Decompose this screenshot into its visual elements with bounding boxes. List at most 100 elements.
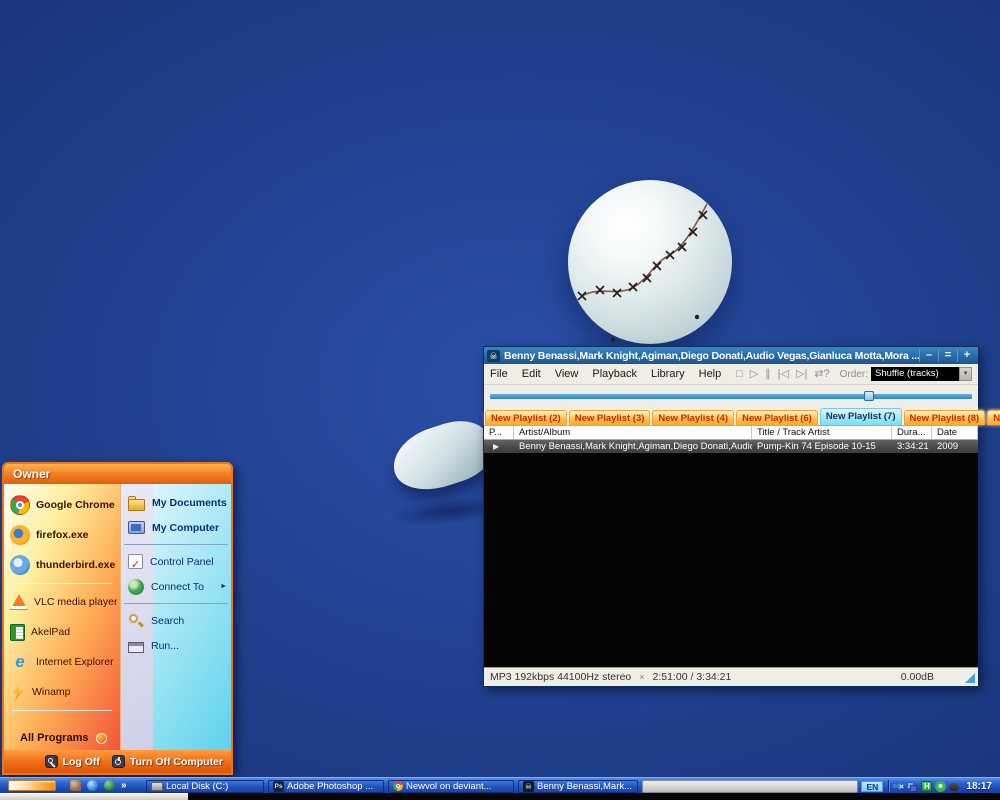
menu-library[interactable]: Library [651, 368, 685, 380]
menu-view[interactable]: View [555, 368, 579, 380]
turn-off-computer-button[interactable]: Turn Off Computer [112, 755, 223, 768]
seekbar-thumb[interactable] [864, 391, 874, 401]
key-icon [45, 755, 58, 768]
taskbar-empty-segment [642, 780, 858, 793]
run-icon [128, 642, 144, 653]
track-duration: 3:34:21 [892, 440, 932, 453]
track-row[interactable]: ▶ Benny Benassi,Mark Knight,Agiman,Diego… [484, 440, 978, 453]
menu-edit[interactable]: Edit [522, 368, 541, 380]
column-title-track-artist[interactable]: Title / Track Artist [752, 426, 892, 439]
player-title-bar[interactable]: ☠ Benny Benassi,Mark Knight,Agiman,Diego… [484, 347, 978, 364]
close-button[interactable]: + [957, 349, 976, 362]
resize-grip[interactable] [965, 673, 975, 683]
maximize-button[interactable]: = [938, 349, 957, 362]
start-item-thunderbird[interactable]: thunderbird.exe [4, 550, 120, 580]
playlist-body[interactable] [484, 453, 978, 667]
task-button-browser[interactable]: Newvol on deviant... [388, 780, 514, 793]
skull-icon: ☠ [487, 350, 500, 362]
playlist-column-headers: P... Artist/Album Title / Track Artist D… [484, 425, 978, 440]
status-codec: MP3 192kbps 44100Hz stereo [490, 671, 631, 683]
column-date[interactable]: Date [932, 426, 978, 439]
start-menu-separator [12, 583, 112, 584]
all-programs-button[interactable]: All Programs [4, 726, 120, 750]
player-menu-bar: File Edit View Playback Library Help □ ▷… [484, 364, 978, 385]
tab-new-playlist-7[interactable]: New Playlist (7) [820, 408, 902, 425]
tray-divider [888, 780, 889, 792]
log-off-button[interactable]: Log Off [45, 755, 100, 768]
task-button-player[interactable]: ☠ Benny Benassi,Mark... [518, 780, 638, 793]
akelpad-icon [10, 624, 25, 641]
play-icon[interactable]: ▷ [750, 367, 758, 381]
random-icon[interactable]: ⇄? [814, 367, 829, 381]
quick-launch-app-icon[interactable] [104, 780, 115, 791]
start-item-google-chrome[interactable]: Google Chrome [4, 490, 120, 520]
start-item-connect-to[interactable]: Connect To ► [121, 574, 231, 599]
winamp-icon [10, 683, 26, 701]
start-item-run[interactable]: Run... [121, 633, 231, 658]
pause-icon[interactable]: ∥ [765, 367, 771, 381]
playlist-tabs: New Playlist (2) New Playlist (3) New Pl… [484, 408, 978, 425]
stitch-scar [568, 180, 732, 344]
photoshop-icon: Ps [273, 781, 284, 792]
status-separator: × [639, 672, 644, 682]
start-item-firefox[interactable]: firefox.exe [4, 520, 120, 550]
player-window-title: Benny Benassi,Mark Knight,Agiman,Diego D… [504, 350, 919, 362]
seek-row [484, 385, 978, 408]
disk-icon [151, 782, 163, 791]
start-menu-user-name: Owner [4, 464, 231, 484]
tray-green-ring-icon[interactable] [935, 781, 946, 792]
search-icon [128, 613, 144, 629]
internet-explorer-icon: e [10, 652, 30, 672]
quick-launch-show-desktop-icon[interactable] [70, 780, 81, 791]
system-tray: EN H 18:17 [861, 778, 1000, 794]
start-item-my-documents[interactable]: My Documents [121, 490, 231, 515]
quick-launch-browser-icon[interactable] [87, 780, 98, 791]
quick-launch-bar: » [70, 780, 127, 791]
order-select[interactable]: Shuffle (tracks) [871, 367, 959, 381]
start-item-akelpad[interactable]: AkelPad [4, 617, 120, 647]
menu-help[interactable]: Help [699, 368, 722, 380]
volume-muted-icon[interactable] [893, 781, 904, 792]
stop-icon[interactable]: □ [736, 367, 743, 381]
previous-track-icon[interactable]: |◁ [778, 367, 789, 381]
menu-file[interactable]: File [490, 368, 508, 380]
start-item-search[interactable]: Search [121, 608, 231, 633]
seekbar[interactable] [490, 394, 972, 399]
start-menu-separator [12, 710, 112, 711]
control-panel-icon: ✓ [128, 554, 143, 569]
start-item-control-panel[interactable]: ✓ Control Panel [121, 549, 231, 574]
tab-new-playlist-8[interactable]: New Playlist (8) [904, 410, 986, 425]
vlc-icon [10, 594, 28, 610]
tray-green-h-icon[interactable]: H [921, 781, 932, 792]
tab-new-playlist-2[interactable]: New Playlist (2) [485, 410, 567, 425]
start-item-internet-explorer[interactable]: e Internet Explorer [4, 647, 120, 677]
start-menu-separator [124, 603, 228, 604]
tab-new-playlist[interactable]: New Playlist [987, 410, 1000, 425]
network-icon[interactable] [907, 781, 918, 792]
start-item-my-computer[interactable]: My Computer [121, 515, 231, 540]
tray-mouse-icon[interactable] [949, 783, 959, 791]
tab-new-playlist-3[interactable]: New Playlist (3) [569, 410, 651, 425]
my-documents-icon [128, 499, 145, 511]
order-dropdown-icon[interactable]: ▾ [959, 367, 972, 381]
start-item-vlc[interactable]: VLC media player [4, 587, 120, 617]
tab-new-playlist-4[interactable]: New Playlist (4) [652, 410, 734, 425]
order-label: Order: [840, 369, 868, 380]
column-duration[interactable]: Dura... [892, 426, 932, 439]
tab-new-playlist-6[interactable]: New Playlist (6) [736, 410, 818, 425]
language-indicator[interactable]: EN [861, 781, 883, 792]
column-artist-album[interactable]: Artist/Album [514, 426, 752, 439]
start-button[interactable] [8, 780, 56, 791]
quick-launch-chevron-icon[interactable]: » [121, 780, 127, 791]
start-menu: Owner Google Chrome firefox.exe thunderb… [2, 462, 233, 775]
task-button-local-disk[interactable]: Local Disk (C:) [146, 780, 264, 793]
menu-playback[interactable]: Playback [592, 368, 637, 380]
minimize-button[interactable]: – [919, 349, 938, 362]
thunderbird-icon [10, 555, 30, 575]
chrome-icon [393, 781, 403, 791]
column-playing[interactable]: P... [484, 426, 514, 439]
taskbar-clock[interactable]: 18:17 [966, 781, 992, 792]
next-track-icon[interactable]: ▷| [796, 367, 807, 381]
task-button-photoshop[interactable]: Ps Adobe Photoshop ... [268, 780, 384, 793]
start-item-winamp[interactable]: Winamp [4, 677, 120, 707]
